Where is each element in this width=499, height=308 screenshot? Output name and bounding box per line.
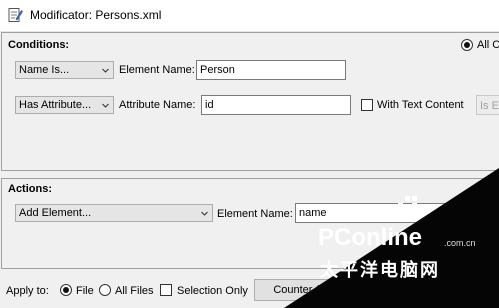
- condition-type-combo-1[interactable]: Name Is...: [15, 61, 114, 79]
- apply-file-label: File: [76, 285, 94, 297]
- attribute-name-label: Attribute Name:: [119, 99, 196, 111]
- chevron-down-icon: [201, 211, 208, 216]
- chevron-down-icon: [102, 103, 109, 108]
- selection-only-label: Selection Only: [177, 285, 248, 297]
- condition-type-combo-2[interactable]: Has Attribute...: [15, 96, 114, 114]
- with-text-content-label: With Text Content: [377, 99, 464, 111]
- attribute-name-input[interactable]: id: [201, 95, 351, 115]
- condition-type-combo-1-value: Name Is...: [19, 64, 70, 76]
- all-conditions-radio[interactable]: [461, 39, 473, 51]
- watermark-brand: PConline: [318, 224, 423, 251]
- action-element-name-label: Element Name:: [217, 208, 293, 220]
- apply-file-radio[interactable]: [60, 284, 72, 296]
- watermark-domain: .com.cn: [444, 238, 476, 248]
- with-text-content-checkbox[interactable]: [361, 99, 373, 111]
- is-empty-button[interactable]: Is E: [476, 95, 499, 115]
- conditions-label: Conditions:: [8, 39, 70, 51]
- action-type-combo[interactable]: Add Element...: [15, 204, 213, 222]
- selection-only-checkbox[interactable]: [160, 284, 172, 296]
- apply-all-files-label: All Files: [115, 285, 154, 297]
- all-conditions-label: All C: [477, 39, 499, 51]
- element-name-input[interactable]: Person: [196, 60, 346, 80]
- condition-type-combo-2-value: Has Attribute...: [19, 99, 92, 111]
- watermark-cn-text: 太平洋电脑网: [320, 260, 440, 280]
- actions-label: Actions:: [8, 183, 52, 195]
- element-name-label: Element Name:: [119, 64, 195, 76]
- apply-to-label: Apply to:: [6, 285, 49, 297]
- window-title: Modificator: Persons.xml: [30, 8, 162, 22]
- chevron-down-icon: [102, 68, 109, 73]
- document-edit-icon: [8, 8, 23, 22]
- action-type-combo-value: Add Element...: [19, 207, 92, 219]
- apply-all-files-radio[interactable]: [99, 284, 111, 296]
